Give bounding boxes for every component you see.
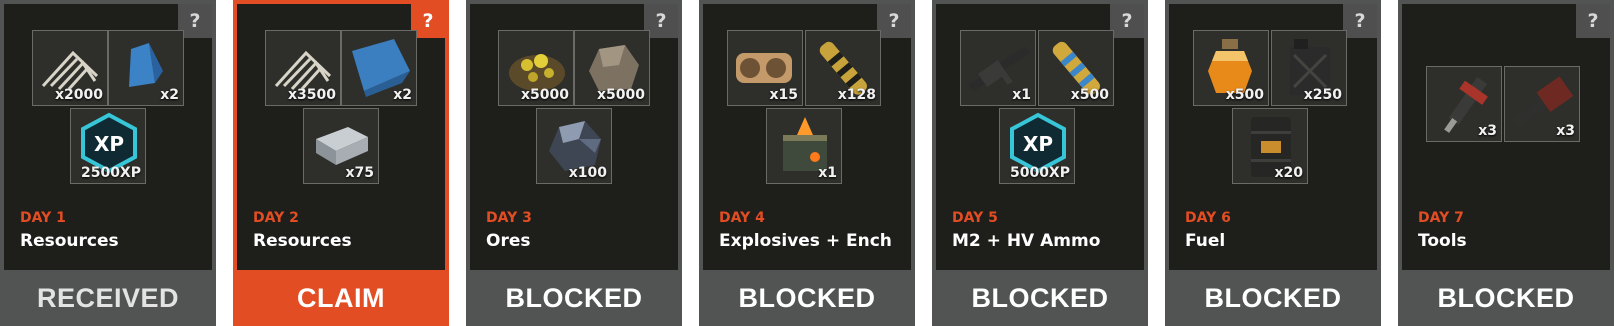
reward-slot-xp[interactable]: XP 2500XP xyxy=(70,108,146,184)
claim-button[interactable]: CLAIM xyxy=(233,270,449,326)
reward-slot-rocket-ammo[interactable]: x128 xyxy=(805,30,881,106)
reward-qty: x500 xyxy=(1225,87,1264,103)
reward-slot-bone-fragments[interactable]: x2000 xyxy=(32,30,108,106)
reward-slot-metal-ore[interactable]: x100 xyxy=(536,108,612,184)
day-label: DAY 7 xyxy=(1418,210,1464,226)
day-7-card: ? x3 x3 DAY 7 Tools BLOCKED xyxy=(1398,0,1614,326)
reward-qty: x15 xyxy=(769,87,798,103)
reward-slot-chainsaw[interactable]: x3 xyxy=(1504,66,1580,142)
svg-text:XP: XP xyxy=(1023,132,1053,156)
day-6-card: ? x500 x250 x20 DAY 6 Fuel BLOCKED xyxy=(1165,0,1381,326)
help-icon[interactable]: ? xyxy=(877,4,911,38)
reward-slot-enchanted-crate[interactable]: x1 xyxy=(766,108,842,184)
reward-slot-stone-ore[interactable]: x5000 xyxy=(574,30,650,106)
reward-qty: x128 xyxy=(837,87,876,103)
reward-slot-xp[interactable]: XP 5000XP xyxy=(999,108,1075,184)
day-label: DAY 5 xyxy=(952,210,998,226)
reward-qty: x2 xyxy=(160,87,179,103)
day-title: Explosives + Ench xyxy=(719,231,892,251)
reward-qty: x3500 xyxy=(288,87,336,103)
day-1-card: ? x2000 x2 XP 2500XP DAY 1 Resources REC… xyxy=(0,0,216,326)
status-received-button[interactable]: RECEIVED xyxy=(0,270,216,326)
reward-qty: x5000 xyxy=(597,87,645,103)
day-2-card: ? x3500 x2 x75 DAY 2 Resources CLAIM xyxy=(233,0,449,326)
reward-qty: x3 xyxy=(1478,123,1497,139)
day-title: Resources xyxy=(20,231,119,251)
reward-qty: x20 xyxy=(1274,165,1303,181)
reward-qty: x1 xyxy=(818,165,837,181)
day-label: DAY 3 xyxy=(486,210,532,226)
reward-qty: 5000XP xyxy=(1009,165,1070,181)
reward-slot-jerry-can[interactable]: x250 xyxy=(1271,30,1347,106)
day-title: Tools xyxy=(1418,231,1467,251)
day-4-card: ? x15 x128 x1 DAY 4 Explosives + Ench BL… xyxy=(699,0,915,326)
reward-qty: x1 xyxy=(1012,87,1031,103)
day-label: DAY 6 xyxy=(1185,210,1231,226)
reward-slot-fuel-jar[interactable]: x500 xyxy=(1193,30,1269,106)
status-blocked-button[interactable]: BLOCKED xyxy=(699,270,915,326)
day-title: M2 + HV Ammo xyxy=(952,231,1101,251)
reward-qty: x3 xyxy=(1556,123,1575,139)
daily-rewards-row: ? x2000 x2 XP 2500XP DAY 1 Resources REC… xyxy=(0,0,1616,326)
day-title: Ores xyxy=(486,231,531,251)
day-label: DAY 2 xyxy=(253,210,299,226)
day-title: Fuel xyxy=(1185,231,1226,251)
day-label: DAY 1 xyxy=(20,210,66,226)
day-label: DAY 4 xyxy=(719,210,765,226)
reward-slot-blue-cloth[interactable]: x2 xyxy=(108,30,184,106)
reward-slot-explosive-charge[interactable]: x15 xyxy=(727,30,803,106)
reward-slot-sulfur-ore[interactable]: x5000 xyxy=(498,30,574,106)
reward-qty: x2 xyxy=(393,87,412,103)
status-blocked-button[interactable]: BLOCKED xyxy=(932,270,1148,326)
reward-qty: 2500XP xyxy=(80,165,141,181)
reward-slot-blue-cloth[interactable]: x2 xyxy=(341,30,417,106)
status-blocked-button[interactable]: BLOCKED xyxy=(1165,270,1381,326)
svg-text:XP: XP xyxy=(94,132,124,156)
reward-slot-machine-gun[interactable]: x1 xyxy=(960,30,1036,106)
reward-qty: x500 xyxy=(1070,87,1109,103)
reward-qty: x100 xyxy=(568,165,607,181)
reward-slot-bone-fragments[interactable]: x3500 xyxy=(265,30,341,106)
reward-slot-hv-ammo[interactable]: x500 xyxy=(1038,30,1114,106)
reward-qty: x250 xyxy=(1303,87,1342,103)
reward-slot-oil-barrel[interactable]: x20 xyxy=(1232,108,1308,184)
help-icon[interactable]: ? xyxy=(1343,4,1377,38)
reward-qty: x2000 xyxy=(55,87,103,103)
reward-qty: x75 xyxy=(345,165,374,181)
help-icon[interactable]: ? xyxy=(1110,4,1144,38)
status-blocked-button[interactable]: BLOCKED xyxy=(1398,270,1614,326)
reward-qty: x5000 xyxy=(521,87,569,103)
day-5-card: ? x1 x500 XP 5000XP DAY 5 M2 + HV Ammo B… xyxy=(932,0,1148,326)
day-title: Resources xyxy=(253,231,352,251)
help-icon[interactable]: ? xyxy=(1576,4,1610,38)
reward-slot-metal-ingots[interactable]: x75 xyxy=(303,108,379,184)
reward-slot-jackhammer[interactable]: x3 xyxy=(1426,66,1502,142)
status-blocked-button[interactable]: BLOCKED xyxy=(466,270,682,326)
day-3-card: ? x5000 x5000 x100 DAY 3 Ores BLOCKED xyxy=(466,0,682,326)
